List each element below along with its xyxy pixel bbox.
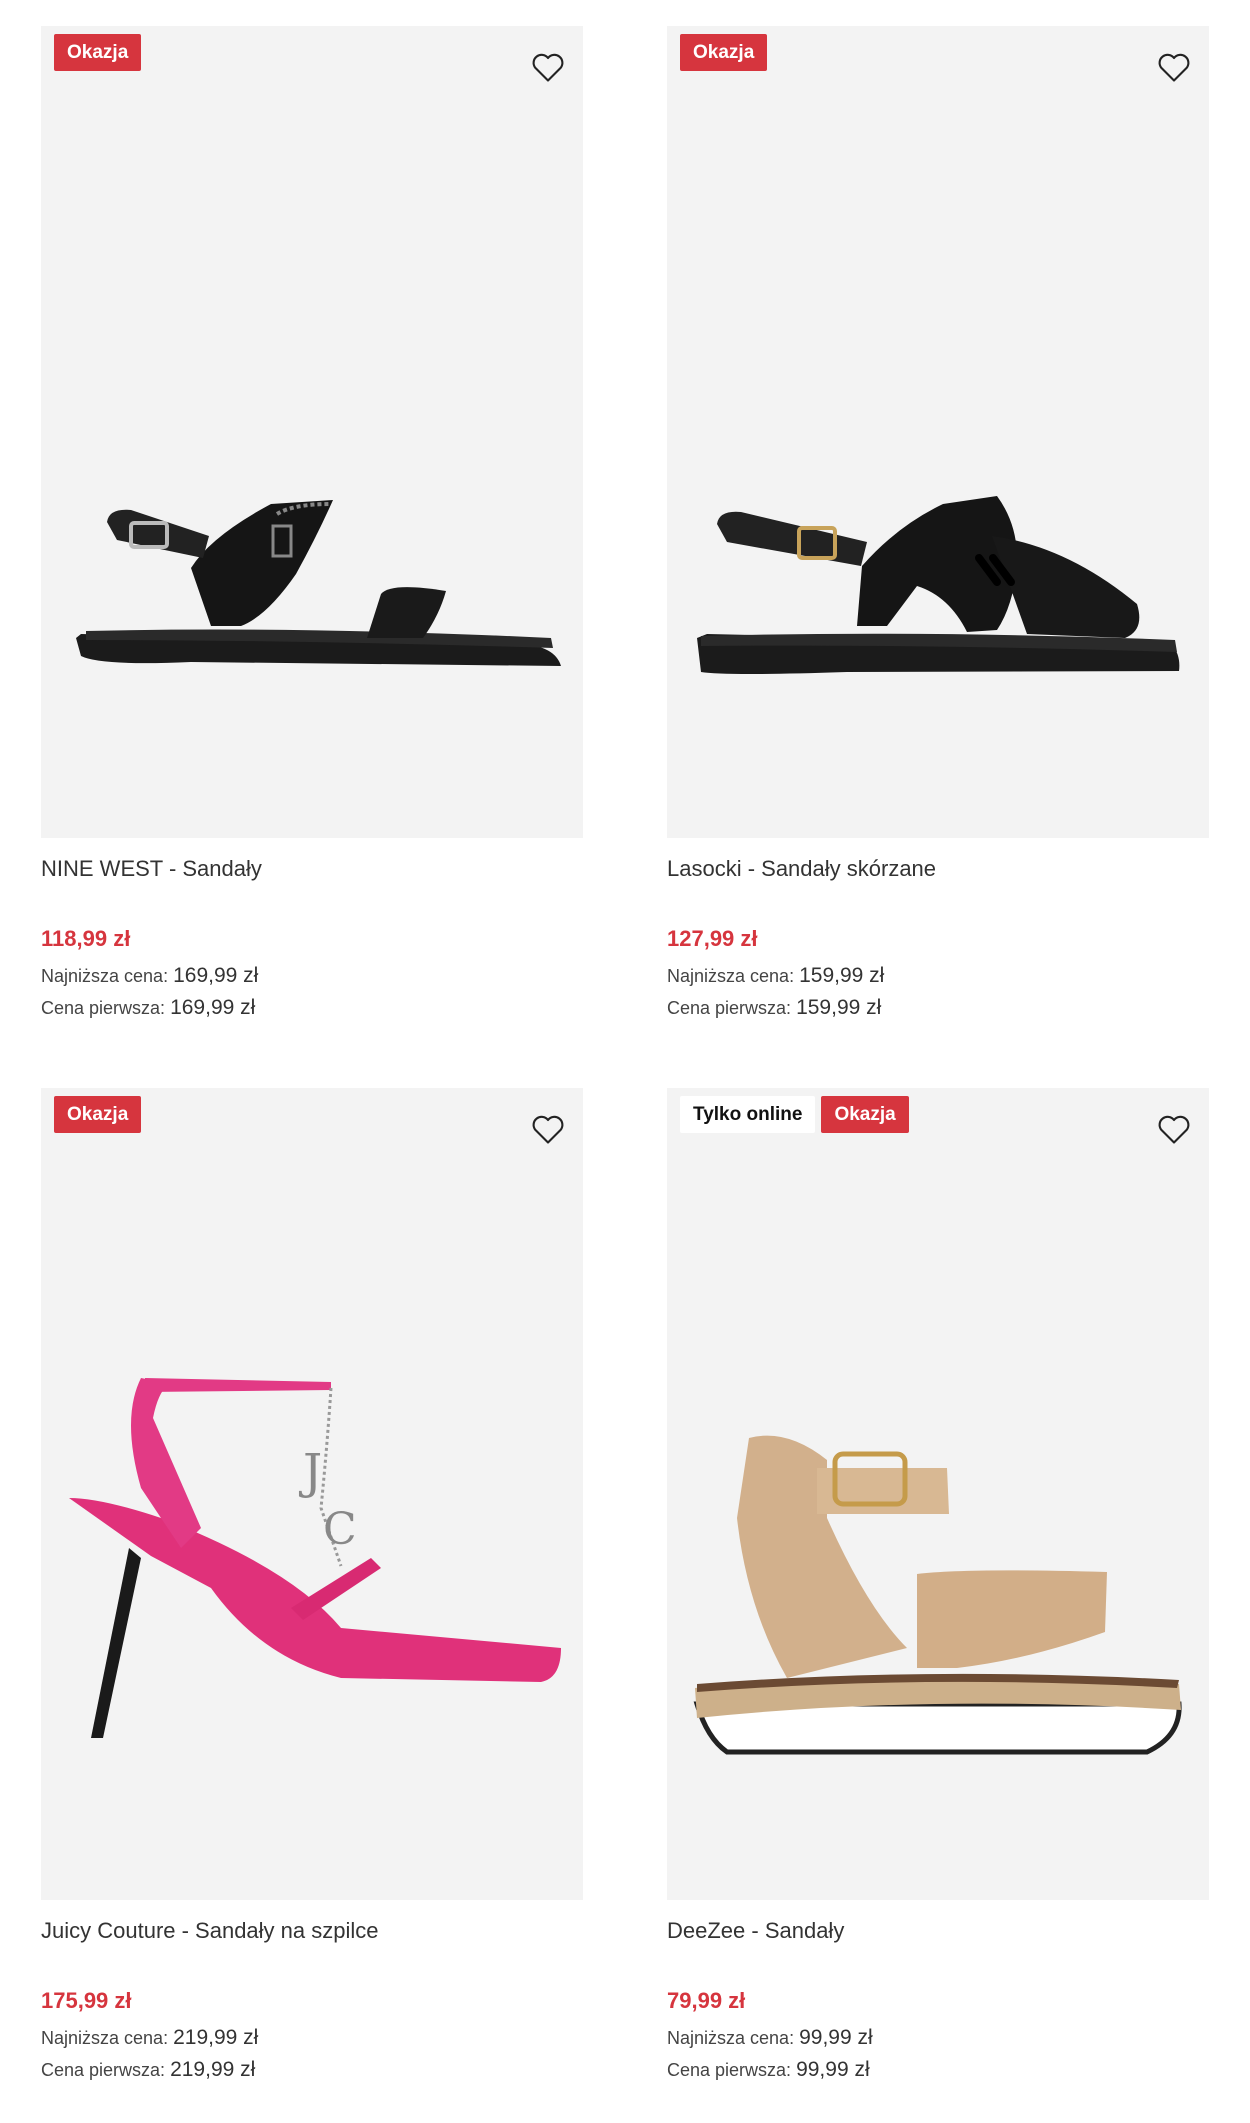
heart-outline-icon — [1158, 53, 1190, 82]
lowest-price-value: 159,99 zł — [799, 964, 885, 987]
heart-outline-icon — [532, 53, 564, 82]
beige-wedge-sandal-image — [693, 1435, 1182, 1755]
heart-outline-icon — [532, 1115, 564, 1144]
first-price-label: Cena pierwsza: — [41, 998, 166, 1018]
product-title[interactable]: DeeZee - Sandały — [667, 1916, 1209, 1946]
favorite-button[interactable] — [527, 46, 569, 88]
svg-text:J: J — [298, 1444, 322, 1500]
first-price-value: 169,99 zł — [170, 996, 256, 1019]
first-price-label: Cena pierwsza: — [667, 2060, 792, 2080]
product-card[interactable]: Tylko online Okazja DeeZee - Sandały 79,… — [667, 1088, 1209, 2086]
badge-okazja: Okazja — [54, 34, 142, 71]
lowest-price-label: Najniższa cena: — [667, 966, 795, 986]
badge-okazja: Okazja — [821, 1096, 909, 1133]
product-price: 79,99 zł — [667, 1988, 746, 2013]
product-title[interactable]: NINE WEST - Sandały — [41, 854, 583, 884]
first-price-row: Cena pierwsza: 169,99 zł — [41, 992, 583, 1024]
lowest-price-label: Najniższa cena: — [41, 2028, 169, 2048]
badge-group: Tylko online Okazja — [680, 1096, 909, 1133]
lowest-price-value: 169,99 zł — [173, 964, 259, 987]
first-price-label: Cena pierwsza: — [41, 2060, 166, 2080]
badge-okazja: Okazja — [680, 34, 768, 71]
heart-outline-icon — [1158, 1115, 1190, 1144]
svg-text:C: C — [323, 1504, 357, 1555]
pink-stiletto-sandal-image: J C — [69, 1378, 561, 1738]
favorite-button[interactable] — [1153, 46, 1195, 88]
badge-tylko-online: Tylko online — [680, 1096, 816, 1133]
product-title[interactable]: Juicy Couture - Sandały na szpilce — [41, 1916, 583, 1946]
black-tassel-sandal-image — [697, 496, 1180, 674]
product-card[interactable]: Okazja Lasocki - Sandały skórzane 127,99… — [667, 26, 1209, 1024]
lowest-price-label: Najniższa cena: — [41, 966, 169, 986]
first-price-row: Cena pierwsza: 219,99 zł — [41, 2054, 583, 2086]
lowest-price-label: Najniższa cena: — [667, 2028, 795, 2048]
lowest-price-row: Najniższa cena: 169,99 zł — [41, 960, 583, 992]
first-price-row: Cena pierwsza: 99,99 zł — [667, 2054, 1209, 2086]
favorite-button[interactable] — [527, 1108, 569, 1150]
lowest-price-row: Najniższa cena: 99,99 zł — [667, 2022, 1209, 2054]
badge-group: Okazja — [680, 34, 768, 71]
first-price-value: 99,99 zł — [796, 2058, 870, 2081]
product-image[interactable]: J C Okazja — [41, 1088, 583, 1900]
lowest-price-row: Najniższa cena: 159,99 zł — [667, 960, 1209, 992]
badge-group: Okazja — [54, 1096, 142, 1133]
product-price: 118,99 zł — [41, 926, 131, 951]
black-flat-sandal-image — [76, 500, 561, 666]
product-card[interactable]: J C Okazja Juicy Couture - Sandały na sz… — [41, 1088, 583, 2086]
badge-okazja: Okazja — [54, 1096, 142, 1133]
product-title[interactable]: Lasocki - Sandały skórzane — [667, 854, 1209, 884]
product-card[interactable]: Okazja NINE WEST - Sandały 118,99 zł Naj… — [41, 26, 583, 1024]
product-image[interactable]: Tylko online Okazja — [667, 1088, 1209, 1900]
product-image[interactable]: Okazja — [41, 26, 583, 838]
first-price-value: 159,99 zł — [796, 996, 882, 1019]
badge-group: Okazja — [54, 34, 142, 71]
lowest-price-value: 219,99 zł — [173, 2026, 259, 2049]
product-price: 175,99 zł — [41, 1988, 132, 2013]
product-image[interactable]: Okazja — [667, 26, 1209, 838]
lowest-price-row: Najniższa cena: 219,99 zł — [41, 2022, 583, 2054]
favorite-button[interactable] — [1153, 1108, 1195, 1150]
lowest-price-value: 99,99 zł — [799, 2026, 873, 2049]
product-price: 127,99 zł — [667, 926, 758, 951]
first-price-value: 219,99 zł — [170, 2058, 256, 2081]
first-price-row: Cena pierwsza: 159,99 zł — [667, 992, 1209, 1024]
first-price-label: Cena pierwsza: — [667, 998, 792, 1018]
